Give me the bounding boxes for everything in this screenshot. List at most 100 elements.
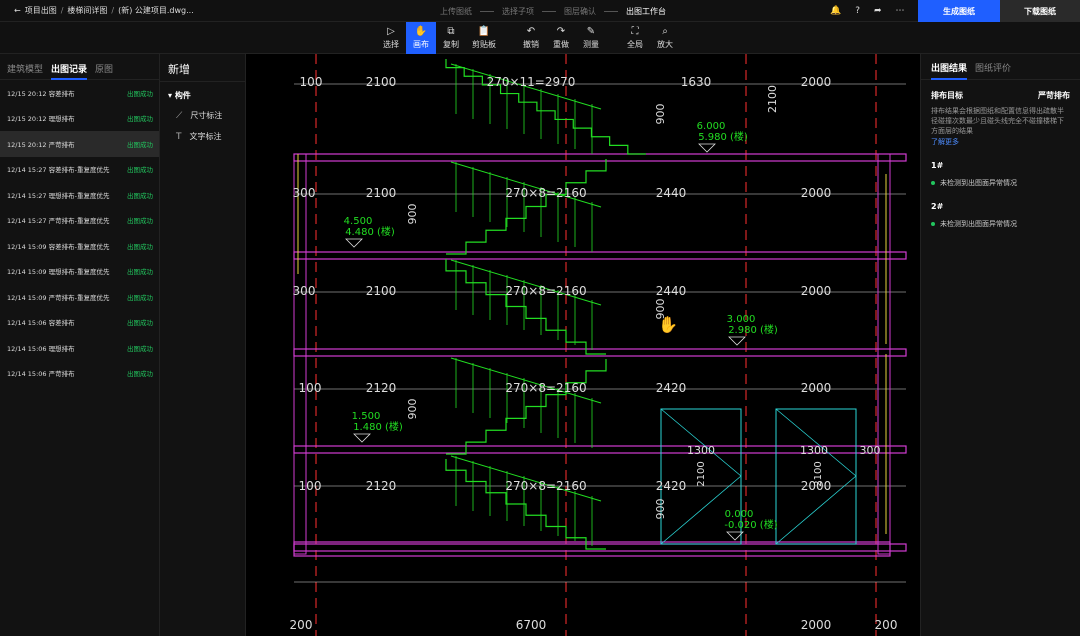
vertical-dimension: 900 [654, 499, 667, 520]
level-label: 2.980 (楼) [728, 323, 778, 336]
dimension-label: 100 [299, 479, 322, 493]
tool-select[interactable]: ▷ 选择 [376, 22, 406, 54]
handrail [450, 161, 602, 208]
tool-clipboard[interactable]: 📋 剪贴板 [466, 22, 502, 54]
record-name: 容差排布 [48, 319, 75, 328]
stair-flight [445, 59, 646, 155]
tool-undo[interactable]: ↶ 撤销 [516, 22, 546, 54]
help-icon[interactable]: ? [855, 6, 860, 16]
add-panel: 新增 ▾ 构件 ⟋ 尺寸标注 T 文字标注 [160, 54, 246, 636]
top-bar: ← 项目出图 / 楼梯间详图 / (新) 公建项目.dwg... 上传图纸 选择… [0, 0, 1080, 22]
breadcrumb-separator: / [111, 6, 115, 15]
breadcrumb: ← 项目出图 / 楼梯间详图 / (新) 公建项目.dwg... [0, 5, 194, 16]
tool-label: 全局 [627, 39, 643, 49]
step-layer-confirm[interactable]: 图层确认 [564, 6, 596, 17]
tab-building-model[interactable]: 建筑模型 [7, 62, 43, 79]
record-status: 出图成功 [127, 242, 153, 251]
result-description: 排布结果会根据图纸和配置信息得出疏散半径碰撞次数最少且碰头线完全不碰撞楼梯下方面… [931, 107, 1064, 135]
section-2-title: 2# [931, 202, 944, 211]
tool-redo[interactable]: ↷ 重做 [546, 22, 576, 54]
dimension-label: 2000 [801, 186, 832, 200]
breadcrumb-project[interactable]: 项目出图 [25, 5, 57, 16]
component-group[interactable]: ▾ 构件 [160, 82, 245, 105]
item-label: 尺寸标注 [190, 111, 223, 120]
copy-icon: ⧉ [447, 25, 455, 37]
tool-label: 放大 [657, 39, 673, 49]
dimension-annotation-item[interactable]: ⟋ 尺寸标注 [160, 105, 245, 126]
dimension-label: 300 [293, 284, 316, 298]
text-icon: T [176, 131, 182, 142]
right-wall [877, 153, 891, 555]
step-upload[interactable]: 上传图纸 [440, 6, 472, 17]
record-title: 12/14 15:06 容差排布 [7, 317, 75, 327]
tool-zoom-in[interactable]: ⌕ 放大 [650, 22, 680, 54]
record-name: 严苛排布-重复度优先 [48, 217, 110, 226]
record-row[interactable]: 12/14 15:09 理想排布-重复度优先 出图成功 [0, 259, 159, 285]
record-status: 出图成功 [127, 191, 153, 200]
record-row[interactable]: 12/14 15:06 理想排布 出图成功 [0, 335, 159, 361]
drawing-canvas[interactable]: 900 900 900 900 900 100 2100 270×11=2970 1630 200… [246, 54, 920, 636]
level-label: 5.980 (楼) [698, 130, 748, 143]
level-label: 1.500 [352, 411, 381, 422]
record-title: 12/15 20:12 容差排布 [7, 88, 75, 98]
item-label: 文字标注 [189, 132, 222, 141]
bell-icon[interactable]: 🔔 [830, 6, 841, 16]
record-row[interactable]: 12/14 15:09 严苛排布-重复度优先 出图成功 [0, 284, 159, 310]
dimension-label: 2000 [801, 75, 832, 89]
tool-canvas[interactable]: ✋ 画布 [406, 22, 436, 54]
zoom-icon: ⌕ [662, 25, 668, 37]
tool-measure[interactable]: ✎ 测量 [576, 22, 606, 54]
download-drawing-button[interactable]: 下载图纸 [1000, 0, 1080, 22]
records-panel: 建筑模型 出图记录 原图 12/15 20:12 容差排布 出图成功 12/15 2… [0, 54, 160, 636]
record-row[interactable]: 12/14 15:06 容差排布 出图成功 [0, 310, 159, 336]
record-row[interactable]: 12/15 20:12 容差排布 出图成功 [0, 80, 159, 106]
tab-output-records[interactable]: 出图记录 [51, 62, 88, 80]
level-marker [345, 238, 363, 248]
back-arrow-icon[interactable]: ← [14, 6, 21, 15]
vertical-dimension: 900 [654, 104, 667, 125]
breadcrumb-separator: / [60, 6, 64, 15]
text-annotation-item[interactable]: T 文字标注 [160, 126, 245, 147]
record-time: 12/14 15:27 [7, 217, 47, 226]
step-divider [480, 10, 494, 12]
dimension-label: 2000 [801, 618, 832, 632]
tab-drawing-evaluation[interactable]: 图纸评价 [975, 61, 1011, 79]
dimension-label: 2120 [366, 381, 397, 395]
record-name: 严苛排布 [48, 370, 75, 379]
floor-slab [293, 348, 907, 357]
record-row[interactable]: 12/15 20:12 严苛排布 出图成功 [0, 131, 159, 157]
record-name: 理想排布-重复度优先 [48, 191, 110, 200]
hand-icon: ✋ [414, 25, 428, 37]
breadcrumb-file[interactable]: (新) 公建项目.dwg... [118, 5, 194, 16]
level-label: 4.500 [344, 216, 373, 227]
record-row[interactable]: 12/14 15:27 理想排布-重复度优先 出图成功 [0, 182, 159, 208]
record-status: 出图成功 [127, 268, 153, 277]
record-row[interactable]: 12/15 20:12 理想排布 出图成功 [0, 106, 159, 132]
learn-more-link[interactable]: 了解更多 [931, 137, 1070, 147]
record-row[interactable]: 12/14 15:06 严苛排布 出图成功 [0, 361, 159, 387]
step-workbench[interactable]: 出图工作台 [626, 6, 666, 17]
target-value: 严苛排布 [1038, 91, 1070, 100]
record-title: 12/14 15:09 容差排布-重复度优先 [7, 241, 109, 251]
tab-output-result[interactable]: 出图结果 [931, 61, 968, 80]
tab-original[interactable]: 原图 [95, 62, 113, 79]
record-time: 12/14 15:06 [7, 319, 47, 328]
dimension-label: 2000 [801, 381, 832, 395]
toolbar: ▷ 选择 ✋ 画布 ⧉ 复制 📋 剪贴板 ↶ 撤销 ↷ 重做 ✎ 测量 ⛶ 全局 ⌕ 放大 [0, 22, 1080, 54]
dimension-label: 2100 [366, 75, 397, 89]
vertical-dimension: 900 [406, 399, 419, 420]
record-time: 12/15 20:12 [7, 89, 47, 98]
step-select-item[interactable]: 选择子项 [502, 6, 534, 17]
workflow-steps: 上传图纸 选择子项 图层确认 出图工作台 [440, 0, 666, 22]
more-icon[interactable]: ⋯ [896, 6, 905, 16]
record-row[interactable]: 12/14 15:27 容差排布-重复度优先 出图成功 [0, 157, 159, 183]
breadcrumb-stair-detail[interactable]: 楼梯间详图 [67, 5, 107, 16]
record-row[interactable]: 12/14 15:27 严苛排布-重复度优先 出图成功 [0, 208, 159, 234]
generate-drawing-button[interactable]: 生成图纸 [918, 0, 1000, 22]
share-icon[interactable]: ➦ [874, 6, 882, 16]
dimension-label: 2100 [366, 186, 397, 200]
tool-copy[interactable]: ⧉ 复制 [436, 22, 466, 54]
record-row[interactable]: 12/14 15:09 容差排布-重复度优先 出图成功 [0, 233, 159, 259]
dimension-label: 270×8=2160 [505, 186, 586, 200]
tool-fit-all[interactable]: ⛶ 全局 [620, 22, 650, 54]
